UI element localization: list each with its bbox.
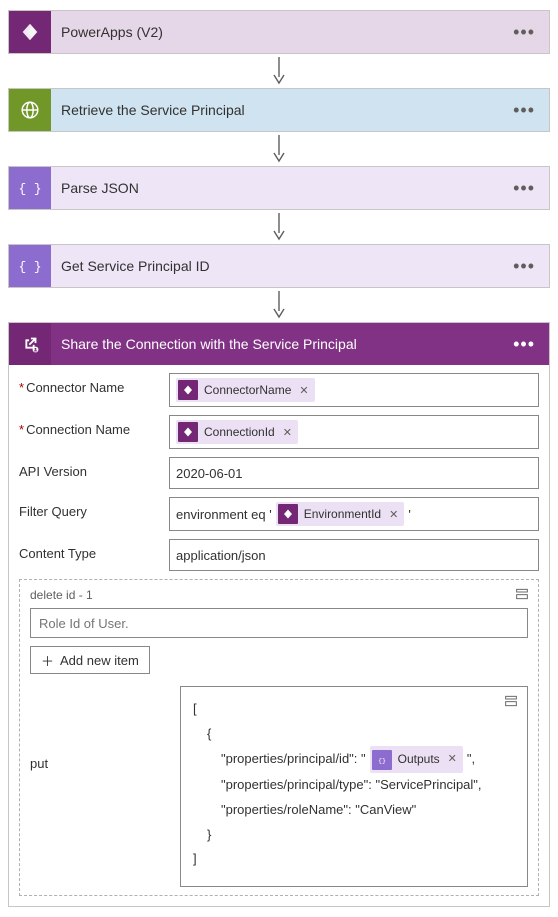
braces-icon: { } — [9, 167, 51, 209]
step-menu-button[interactable]: ••• — [507, 261, 541, 271]
step-parse-json[interactable]: { } Parse JSON ••• — [8, 166, 550, 210]
token-environment-id[interactable]: EnvironmentId ✕ — [276, 502, 405, 526]
token-connector-name[interactable]: ConnectorName ✕ — [176, 378, 315, 402]
connector-name-input[interactable]: ConnectorName ✕ — [169, 373, 539, 407]
switch-mode-icon[interactable] — [503, 693, 519, 718]
step-title: Retrieve the Service Principal — [51, 102, 507, 118]
globe-icon — [9, 89, 51, 131]
step-menu-button[interactable]: ••• — [507, 339, 541, 349]
braces-icon: { } — [9, 245, 51, 287]
flow-arrow — [8, 54, 550, 88]
plus-icon: ＋ — [41, 651, 54, 670]
put-row: put [ { "properties/principal/id": " {} … — [30, 686, 528, 887]
flow-arrow — [8, 210, 550, 244]
step-retrieve[interactable]: Retrieve the Service Principal ••• — [8, 88, 550, 132]
share-connection-icon — [9, 323, 51, 365]
field-label: Connector Name — [19, 373, 169, 407]
add-new-item-button[interactable]: ＋ Add new item — [30, 646, 150, 674]
code-line: } — [193, 823, 515, 848]
field-label: Connection Name — [19, 415, 169, 449]
powerapps-icon — [9, 11, 51, 53]
switch-mode-icon[interactable] — [514, 586, 530, 605]
input-value: application/json — [176, 548, 266, 563]
filter-query-input[interactable]: environment eq ' EnvironmentId ✕ ' — [169, 497, 539, 531]
token-label: ConnectionId — [204, 425, 275, 439]
step-body: Connector Name ConnectorName ✕ Connectio… — [9, 365, 549, 906]
step-share-connection: Share the Connection with the Service Pr… — [8, 322, 550, 907]
step-title: Share the Connection with the Service Pr… — [51, 336, 507, 352]
svg-text:{ }: { } — [19, 182, 41, 197]
field-content-type: Content Type application/json — [19, 539, 539, 571]
step-powerapps[interactable]: PowerApps (V2) ••• — [8, 10, 550, 54]
code-line: "properties/principal/type": "ServicePri… — [193, 773, 515, 798]
put-body-input[interactable]: [ { "properties/principal/id": " {} Outp… — [180, 686, 528, 887]
token-connection-id[interactable]: ConnectionId ✕ — [176, 420, 298, 444]
code-line: [ — [193, 697, 515, 722]
step-get-id[interactable]: { } Get Service Principal ID ••• — [8, 244, 550, 288]
step-header[interactable]: Retrieve the Service Principal ••• — [9, 89, 549, 131]
flow-arrow — [8, 132, 550, 166]
token-remove-icon[interactable]: ✕ — [448, 749, 457, 770]
step-title: Parse JSON — [51, 180, 507, 196]
step-title: Get Service Principal ID — [51, 258, 507, 274]
token-label: ConnectorName — [204, 383, 291, 397]
token-label: EnvironmentId — [304, 507, 381, 521]
step-menu-button[interactable]: ••• — [507, 27, 541, 37]
field-connection-name: Connection Name ConnectionId ✕ — [19, 415, 539, 449]
input-value: 2020-06-01 — [176, 466, 243, 481]
field-connector-name: Connector Name ConnectorName ✕ — [19, 373, 539, 407]
add-label: Add new item — [60, 653, 139, 668]
token-icon — [178, 380, 198, 400]
token-remove-icon[interactable]: ✕ — [283, 426, 292, 439]
token-label: Outputs — [398, 748, 440, 771]
connection-name-input[interactable]: ConnectionId ✕ — [169, 415, 539, 449]
field-filter-query: Filter Query environment eq ' Environmen… — [19, 497, 539, 531]
field-api-version: API Version 2020-06-01 — [19, 457, 539, 489]
field-label: Content Type — [19, 539, 169, 571]
delete-section: delete id - 1 ＋ Add new item put [ { "pr… — [19, 579, 539, 896]
field-label: Filter Query — [19, 497, 169, 531]
code-line: { — [193, 722, 515, 747]
code-line: "properties/roleName": "CanView" — [193, 798, 515, 823]
code-line: ] — [193, 847, 515, 872]
token-remove-icon[interactable]: ✕ — [389, 508, 398, 521]
step-title: PowerApps (V2) — [51, 24, 507, 40]
token-remove-icon[interactable]: ✕ — [299, 384, 308, 397]
put-label: put — [30, 686, 180, 771]
step-header[interactable]: { } Get Service Principal ID ••• — [9, 245, 549, 287]
role-id-input[interactable] — [30, 608, 528, 638]
section-title: delete id - 1 — [30, 588, 528, 602]
content-type-input[interactable]: application/json — [169, 539, 539, 571]
filter-prefix-text: environment eq ' — [176, 507, 272, 522]
token-icon — [178, 422, 198, 442]
token-outputs[interactable]: {} Outputs ✕ — [370, 746, 463, 773]
svg-text:{}: {} — [378, 757, 386, 764]
field-label: API Version — [19, 457, 169, 489]
step-header[interactable]: Share the Connection with the Service Pr… — [9, 323, 549, 365]
step-menu-button[interactable]: ••• — [507, 105, 541, 115]
step-menu-button[interactable]: ••• — [507, 183, 541, 193]
token-icon — [278, 504, 298, 524]
svg-text:{ }: { } — [19, 260, 41, 275]
token-icon: {} — [372, 750, 392, 770]
step-header[interactable]: { } Parse JSON ••• — [9, 167, 549, 209]
flow-arrow — [8, 288, 550, 322]
api-version-input[interactable]: 2020-06-01 — [169, 457, 539, 489]
code-line: "properties/principal/id": " {} Outputs … — [193, 746, 515, 773]
step-header[interactable]: PowerApps (V2) ••• — [9, 11, 549, 53]
